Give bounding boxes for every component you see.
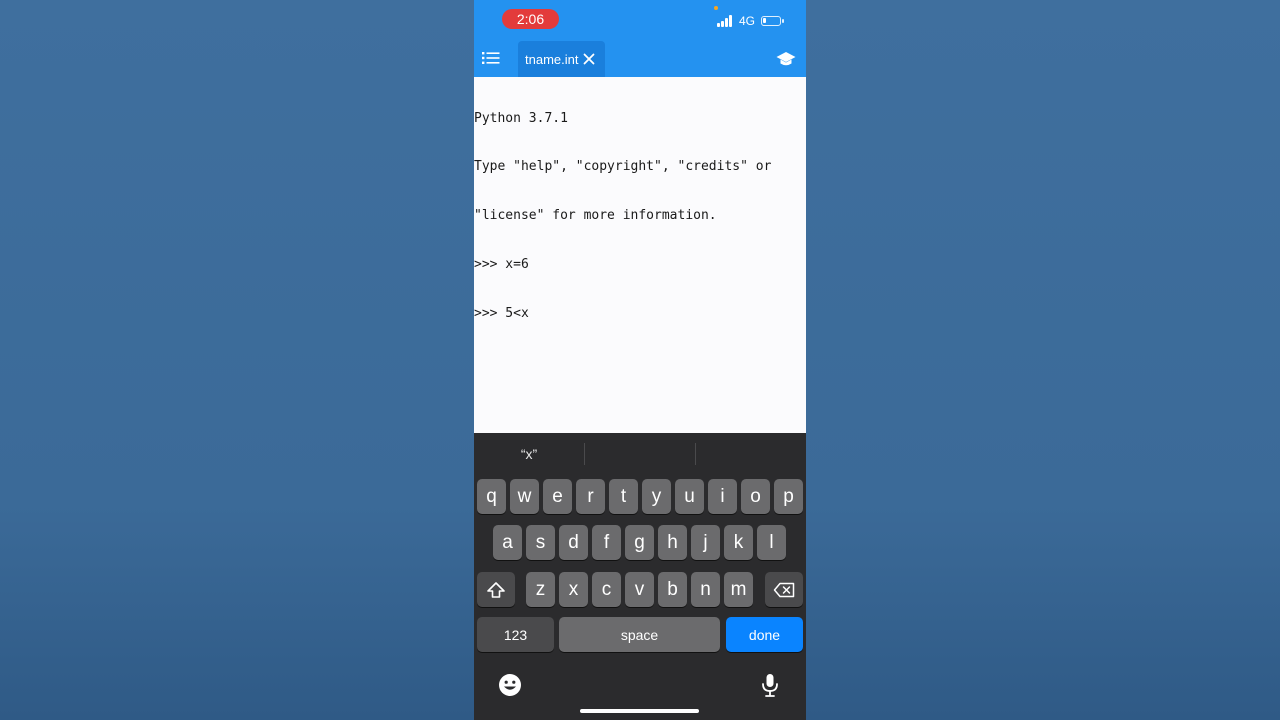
key-o[interactable]: o	[741, 479, 770, 514]
console-line: Type "help", "copyright", "credits" or	[474, 159, 772, 175]
battery-icon	[761, 16, 784, 26]
key-x[interactable]: x	[559, 572, 588, 607]
key-j[interactable]: j	[691, 525, 720, 560]
list-icon[interactable]	[482, 50, 500, 66]
file-tab-label: tname.int	[525, 51, 579, 67]
signal-icon	[717, 15, 733, 27]
key-l[interactable]: l	[757, 525, 786, 560]
console-line: >>> x=6	[474, 257, 529, 273]
key-t[interactable]: t	[609, 479, 638, 514]
python-console[interactable]: Python 3.7.1 Type "help", "copyright", "…	[474, 77, 806, 434]
key-y[interactable]: y	[642, 479, 671, 514]
suggestion-bar: “x”	[474, 433, 806, 475]
key-w[interactable]: w	[510, 479, 539, 514]
microphone-icon[interactable]	[757, 672, 783, 698]
key-k[interactable]: k	[724, 525, 753, 560]
key-q[interactable]: q	[477, 479, 506, 514]
console-input-line[interactable]: >>> 5<x	[474, 306, 806, 322]
close-icon[interactable]	[583, 53, 595, 65]
key-r[interactable]: r	[576, 479, 605, 514]
network-type: 4G	[739, 14, 756, 28]
on-screen-keyboard: “x” q w e r t y u i o p a s d f g h j k …	[474, 433, 806, 720]
console-line: "license" for more information.	[474, 208, 717, 224]
suggestion-1[interactable]: “x”	[474, 446, 584, 462]
suggestion-divider	[695, 443, 696, 465]
app-header: tname.int	[474, 40, 806, 77]
shift-icon[interactable]	[477, 572, 515, 607]
space-key[interactable]: space	[559, 617, 720, 652]
key-c[interactable]: c	[592, 572, 621, 607]
home-indicator[interactable]	[580, 709, 699, 713]
key-p[interactable]: p	[774, 479, 803, 514]
key-f[interactable]: f	[592, 525, 621, 560]
key-b[interactable]: b	[658, 572, 687, 607]
phone-screen: 2:06 4G t name.int Python 3.7.1 Type "hel…	[474, 0, 806, 720]
backspace-icon[interactable]	[765, 572, 803, 607]
numbers-key[interactable]: 123	[477, 617, 554, 652]
key-s[interactable]: s	[526, 525, 555, 560]
emoji-icon[interactable]	[497, 672, 523, 698]
key-i[interactable]: i	[708, 479, 737, 514]
file-tab[interactable]: tname.int	[518, 41, 605, 77]
key-g[interactable]: g	[625, 525, 654, 560]
suggestion-divider	[584, 443, 585, 465]
status-bar: 2:06 4G	[474, 0, 806, 40]
status-time[interactable]: 2:06	[502, 9, 559, 29]
battery-level	[763, 18, 766, 23]
key-v[interactable]: v	[625, 572, 654, 607]
key-z[interactable]: z	[526, 572, 555, 607]
console-line: Python 3.7.1	[474, 110, 568, 126]
key-h[interactable]: h	[658, 525, 687, 560]
key-m[interactable]: m	[724, 572, 753, 607]
graduation-cap-icon[interactable]	[776, 50, 796, 68]
key-n[interactable]: n	[691, 572, 720, 607]
key-a[interactable]: a	[493, 525, 522, 560]
key-d[interactable]: d	[559, 525, 588, 560]
privacy-indicator-dot	[714, 6, 718, 10]
key-u[interactable]: u	[675, 479, 704, 514]
key-e[interactable]: e	[543, 479, 572, 514]
done-button[interactable]: done	[726, 617, 803, 652]
